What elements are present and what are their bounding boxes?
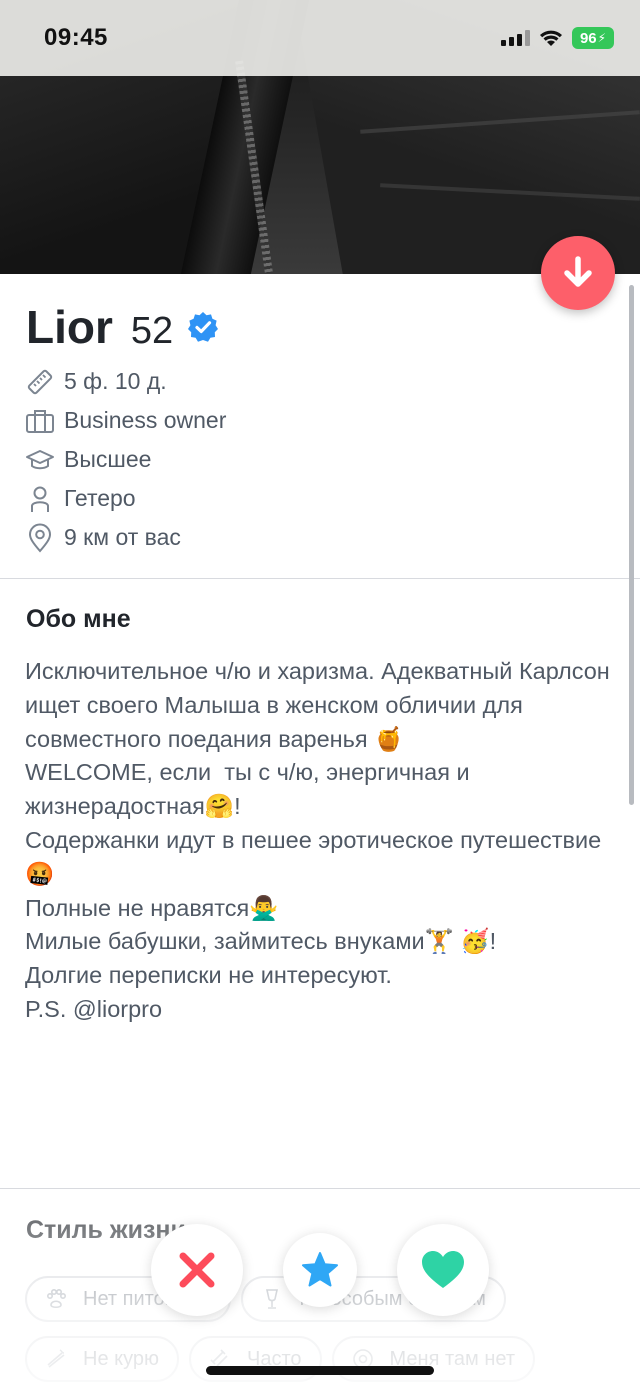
chip-smoking: Не курю — [25, 1336, 179, 1382]
status-time: 09:45 — [44, 24, 108, 51]
no-smoking-icon — [43, 1346, 69, 1372]
detail-education: Высшее — [24, 440, 226, 479]
detail-text: 5 ф. 10 д. — [64, 368, 167, 394]
glass-icon — [259, 1286, 285, 1312]
detail-text: Гетеро — [64, 485, 136, 511]
nope-button[interactable] — [151, 1224, 243, 1316]
divider — [0, 1188, 640, 1189]
heart-icon — [422, 1251, 464, 1288]
about-title: Обо мне — [26, 605, 131, 633]
chip-workout: Часто — [189, 1336, 322, 1382]
profile-age: 52 — [130, 310, 174, 352]
detail-orientation: Гетеро — [24, 479, 226, 518]
signal-icon — [501, 30, 530, 46]
like-button[interactable] — [397, 1224, 489, 1316]
briefcase-icon — [24, 405, 56, 437]
close-x-icon — [179, 1252, 215, 1288]
profile-details: 5 ф. 10 д. Business owner Высшее Гетеро … — [24, 362, 226, 557]
collapse-profile-button[interactable] — [541, 236, 615, 310]
battery-icon: 96 ⚡ — [572, 27, 614, 49]
scrollbar[interactable] — [629, 285, 634, 805]
profile-name: Lior — [26, 301, 113, 353]
detail-distance: 9 км от вас — [24, 518, 226, 557]
graduation-cap-icon — [24, 444, 56, 476]
detail-text: Business owner — [64, 407, 227, 433]
chip-label: Не курю — [83, 1347, 159, 1370]
detail-height: 5 ф. 10 д. — [24, 362, 226, 401]
detail-text: Высшее — [64, 446, 152, 472]
ruler-icon — [24, 366, 56, 398]
home-indicator[interactable] — [206, 1366, 434, 1375]
person-icon — [24, 483, 56, 515]
detail-job: Business owner — [24, 401, 226, 440]
chip-social: Меня там нет — [331, 1336, 535, 1382]
detail-text: 9 км от вас — [64, 524, 181, 550]
divider — [0, 578, 640, 579]
location-pin-icon — [24, 522, 56, 554]
paw-icon — [43, 1286, 69, 1312]
verified-badge-icon[interactable] — [187, 311, 219, 343]
star-icon — [302, 1252, 338, 1287]
wifi-icon — [540, 30, 562, 46]
battery-level: 96 — [579, 29, 597, 47]
arrow-down-icon — [564, 256, 592, 287]
status-bar: 09:45 96 ⚡ — [0, 0, 640, 76]
status-icons: 96 ⚡ — [501, 27, 614, 49]
about-text: Исключительное ч/ю и харизма. Адекватный… — [25, 658, 610, 1022]
super-like-button[interactable] — [283, 1233, 357, 1307]
name-row: Lior 52 — [26, 300, 219, 354]
